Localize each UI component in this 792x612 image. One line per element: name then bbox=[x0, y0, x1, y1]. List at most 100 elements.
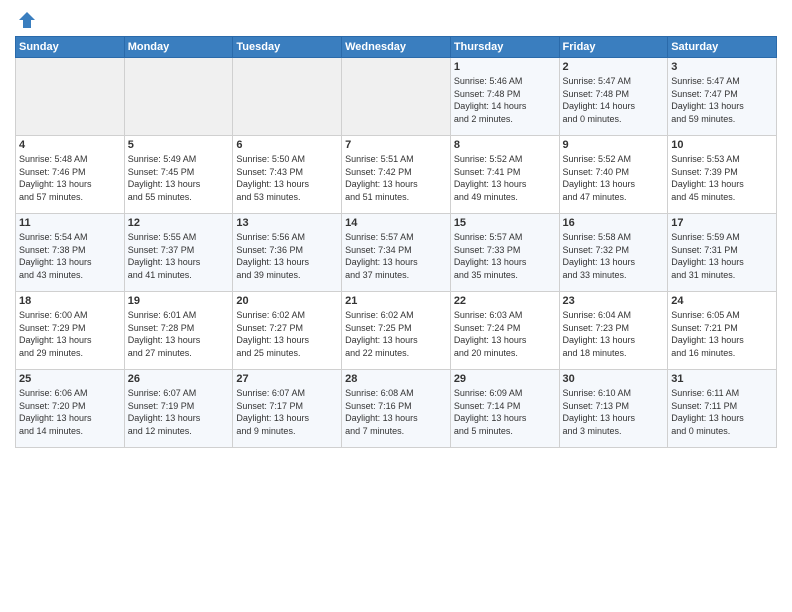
calendar-cell: 22 Sunrise: 6:03 AM Sunset: 7:24 PM Dayli… bbox=[450, 292, 559, 370]
calendar-cell: 31 Sunrise: 6:11 AM Sunset: 7:11 PM Dayli… bbox=[668, 370, 777, 448]
calendar-cell: 17 Sunrise: 5:59 AM Sunset: 7:31 PM Dayli… bbox=[668, 214, 777, 292]
calendar-cell: 11 Sunrise: 5:54 AM Sunset: 7:38 PM Dayli… bbox=[16, 214, 125, 292]
calendar-cell bbox=[16, 58, 125, 136]
day-number: 16 bbox=[563, 217, 665, 229]
day-info: Sunrise: 5:56 AM Sunset: 7:36 PM Dayligh… bbox=[236, 231, 338, 281]
day-info: Sunrise: 6:02 AM Sunset: 7:25 PM Dayligh… bbox=[345, 309, 447, 359]
day-number: 19 bbox=[128, 295, 230, 307]
day-info: Sunrise: 6:07 AM Sunset: 7:17 PM Dayligh… bbox=[236, 387, 338, 437]
calendar-cell: 30 Sunrise: 6:10 AM Sunset: 7:13 PM Dayli… bbox=[559, 370, 668, 448]
calendar-cell: 14 Sunrise: 5:57 AM Sunset: 7:34 PM Dayli… bbox=[342, 214, 451, 292]
calendar-cell: 9 Sunrise: 5:52 AM Sunset: 7:40 PM Daylig… bbox=[559, 136, 668, 214]
calendar-cell: 12 Sunrise: 5:55 AM Sunset: 7:37 PM Dayli… bbox=[124, 214, 233, 292]
calendar-cell: 4 Sunrise: 5:48 AM Sunset: 7:46 PM Daylig… bbox=[16, 136, 125, 214]
day-info: Sunrise: 5:53 AM Sunset: 7:39 PM Dayligh… bbox=[671, 153, 773, 203]
calendar-cell: 26 Sunrise: 6:07 AM Sunset: 7:19 PM Dayli… bbox=[124, 370, 233, 448]
day-info: Sunrise: 5:46 AM Sunset: 7:48 PM Dayligh… bbox=[454, 75, 556, 125]
calendar-cell: 29Sunrise: 6:09 AM Sunset: 7:14 PM Dayli… bbox=[450, 370, 559, 448]
day-number: 4 bbox=[19, 139, 121, 151]
day-number: 5 bbox=[128, 139, 230, 151]
day-info: Sunrise: 6:01 AM Sunset: 7:28 PM Dayligh… bbox=[128, 309, 230, 359]
weekday-header-saturday: Saturday bbox=[668, 37, 777, 58]
day-number: 29 bbox=[454, 373, 556, 385]
calendar-cell: 20 Sunrise: 6:02 AM Sunset: 7:27 PM Dayli… bbox=[233, 292, 342, 370]
calendar-cell: 10 Sunrise: 5:53 AM Sunset: 7:39 PM Dayli… bbox=[668, 136, 777, 214]
day-info: Sunrise: 5:48 AM Sunset: 7:46 PM Dayligh… bbox=[19, 153, 121, 203]
calendar-cell: 23 Sunrise: 6:04 AM Sunset: 7:23 PM Dayli… bbox=[559, 292, 668, 370]
day-number: 17 bbox=[671, 217, 773, 229]
calendar-cell bbox=[233, 58, 342, 136]
weekday-header-tuesday: Tuesday bbox=[233, 37, 342, 58]
weekday-header-sunday: Sunday bbox=[16, 37, 125, 58]
calendar-container: SundayMondayTuesdayWednesdayThursdayFrid… bbox=[0, 0, 792, 458]
weekday-header-wednesday: Wednesday bbox=[342, 37, 451, 58]
day-number: 14 bbox=[345, 217, 447, 229]
day-info: Sunrise: 5:51 AM Sunset: 7:42 PM Dayligh… bbox=[345, 153, 447, 203]
calendar-cell: 25Sunrise: 6:06 AM Sunset: 7:20 PM Dayli… bbox=[16, 370, 125, 448]
header bbox=[15, 10, 777, 30]
calendar-cell: 5 Sunrise: 5:49 AM Sunset: 7:45 PM Daylig… bbox=[124, 136, 233, 214]
day-info: Sunrise: 5:47 AM Sunset: 7:48 PM Dayligh… bbox=[563, 75, 665, 125]
day-number: 12 bbox=[128, 217, 230, 229]
day-number: 31 bbox=[671, 373, 773, 385]
calendar-cell bbox=[342, 58, 451, 136]
day-number: 28 bbox=[345, 373, 447, 385]
week-row-1: 1 Sunrise: 5:46 AM Sunset: 7:48 PM Daylig… bbox=[16, 58, 777, 136]
calendar-cell: 24Sunrise: 6:05 AM Sunset: 7:21 PM Dayli… bbox=[668, 292, 777, 370]
day-number: 26 bbox=[128, 373, 230, 385]
day-number: 18 bbox=[19, 295, 121, 307]
day-number: 23 bbox=[563, 295, 665, 307]
calendar-cell: 27 Sunrise: 6:07 AM Sunset: 7:17 PM Dayli… bbox=[233, 370, 342, 448]
weekday-header-monday: Monday bbox=[124, 37, 233, 58]
day-info: Sunrise: 6:10 AM Sunset: 7:13 PM Dayligh… bbox=[563, 387, 665, 437]
day-info: Sunrise: 5:55 AM Sunset: 7:37 PM Dayligh… bbox=[128, 231, 230, 281]
calendar-cell: 8 Sunrise: 5:52 AM Sunset: 7:41 PM Daylig… bbox=[450, 136, 559, 214]
calendar-cell: 18Sunrise: 6:00 AM Sunset: 7:29 PM Dayli… bbox=[16, 292, 125, 370]
calendar-cell: 2 Sunrise: 5:47 AM Sunset: 7:48 PM Daylig… bbox=[559, 58, 668, 136]
day-info: Sunrise: 5:54 AM Sunset: 7:38 PM Dayligh… bbox=[19, 231, 121, 281]
day-info: Sunrise: 6:06 AM Sunset: 7:20 PM Dayligh… bbox=[19, 387, 121, 437]
day-info: Sunrise: 5:57 AM Sunset: 7:34 PM Dayligh… bbox=[345, 231, 447, 281]
day-info: Sunrise: 5:49 AM Sunset: 7:45 PM Dayligh… bbox=[128, 153, 230, 203]
weekday-header-row: SundayMondayTuesdayWednesdayThursdayFrid… bbox=[16, 37, 777, 58]
day-info: Sunrise: 5:59 AM Sunset: 7:31 PM Dayligh… bbox=[671, 231, 773, 281]
day-info: Sunrise: 5:58 AM Sunset: 7:32 PM Dayligh… bbox=[563, 231, 665, 281]
weekday-header-friday: Friday bbox=[559, 37, 668, 58]
day-info: Sunrise: 6:07 AM Sunset: 7:19 PM Dayligh… bbox=[128, 387, 230, 437]
day-number: 8 bbox=[454, 139, 556, 151]
day-number: 10 bbox=[671, 139, 773, 151]
day-number: 1 bbox=[454, 61, 556, 73]
day-number: 27 bbox=[236, 373, 338, 385]
day-number: 20 bbox=[236, 295, 338, 307]
day-number: 9 bbox=[563, 139, 665, 151]
calendar-cell: 16 Sunrise: 5:58 AM Sunset: 7:32 PM Dayli… bbox=[559, 214, 668, 292]
weekday-header-thursday: Thursday bbox=[450, 37, 559, 58]
day-number: 30 bbox=[563, 373, 665, 385]
day-number: 2 bbox=[563, 61, 665, 73]
calendar-cell: 6Sunrise: 5:50 AM Sunset: 7:43 PM Daylig… bbox=[233, 136, 342, 214]
day-number: 13 bbox=[236, 217, 338, 229]
day-number: 21 bbox=[345, 295, 447, 307]
week-row-3: 11 Sunrise: 5:54 AM Sunset: 7:38 PM Dayli… bbox=[16, 214, 777, 292]
calendar-cell: 1 Sunrise: 5:46 AM Sunset: 7:48 PM Daylig… bbox=[450, 58, 559, 136]
day-info: Sunrise: 5:57 AM Sunset: 7:33 PM Dayligh… bbox=[454, 231, 556, 281]
day-info: Sunrise: 6:11 AM Sunset: 7:11 PM Dayligh… bbox=[671, 387, 773, 437]
logo bbox=[15, 10, 37, 30]
calendar-cell: 28 Sunrise: 6:08 AM Sunset: 7:16 PM Dayli… bbox=[342, 370, 451, 448]
calendar-cell: 21 Sunrise: 6:02 AM Sunset: 7:25 PM Dayli… bbox=[342, 292, 451, 370]
day-info: Sunrise: 6:04 AM Sunset: 7:23 PM Dayligh… bbox=[563, 309, 665, 359]
day-number: 11 bbox=[19, 217, 121, 229]
day-info: Sunrise: 5:52 AM Sunset: 7:40 PM Dayligh… bbox=[563, 153, 665, 203]
day-number: 3 bbox=[671, 61, 773, 73]
day-info: Sunrise: 6:08 AM Sunset: 7:16 PM Dayligh… bbox=[345, 387, 447, 437]
day-number: 22 bbox=[454, 295, 556, 307]
day-info: Sunrise: 5:52 AM Sunset: 7:41 PM Dayligh… bbox=[454, 153, 556, 203]
day-info: Sunrise: 6:02 AM Sunset: 7:27 PM Dayligh… bbox=[236, 309, 338, 359]
logo-icon bbox=[17, 10, 37, 30]
week-row-4: 18Sunrise: 6:00 AM Sunset: 7:29 PM Dayli… bbox=[16, 292, 777, 370]
day-number: 24 bbox=[671, 295, 773, 307]
day-number: 6 bbox=[236, 139, 338, 151]
calendar-cell bbox=[124, 58, 233, 136]
day-number: 7 bbox=[345, 139, 447, 151]
day-info: Sunrise: 6:03 AM Sunset: 7:24 PM Dayligh… bbox=[454, 309, 556, 359]
